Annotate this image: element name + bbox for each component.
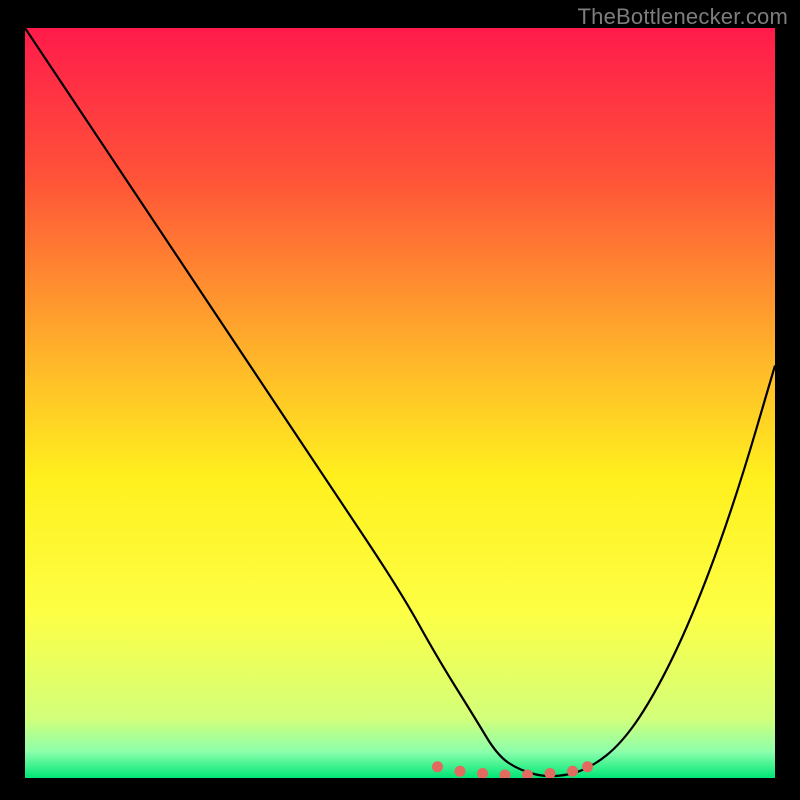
chart-container: TheBottlenecker.com — [0, 0, 800, 800]
plot-area — [25, 28, 775, 778]
marker-dot — [455, 766, 466, 777]
marker-dot — [432, 761, 443, 772]
chart-svg — [25, 28, 775, 778]
gradient-background — [25, 28, 775, 778]
attribution-label: TheBottlenecker.com — [578, 4, 788, 30]
marker-dot — [567, 766, 578, 777]
marker-dot — [582, 761, 593, 772]
